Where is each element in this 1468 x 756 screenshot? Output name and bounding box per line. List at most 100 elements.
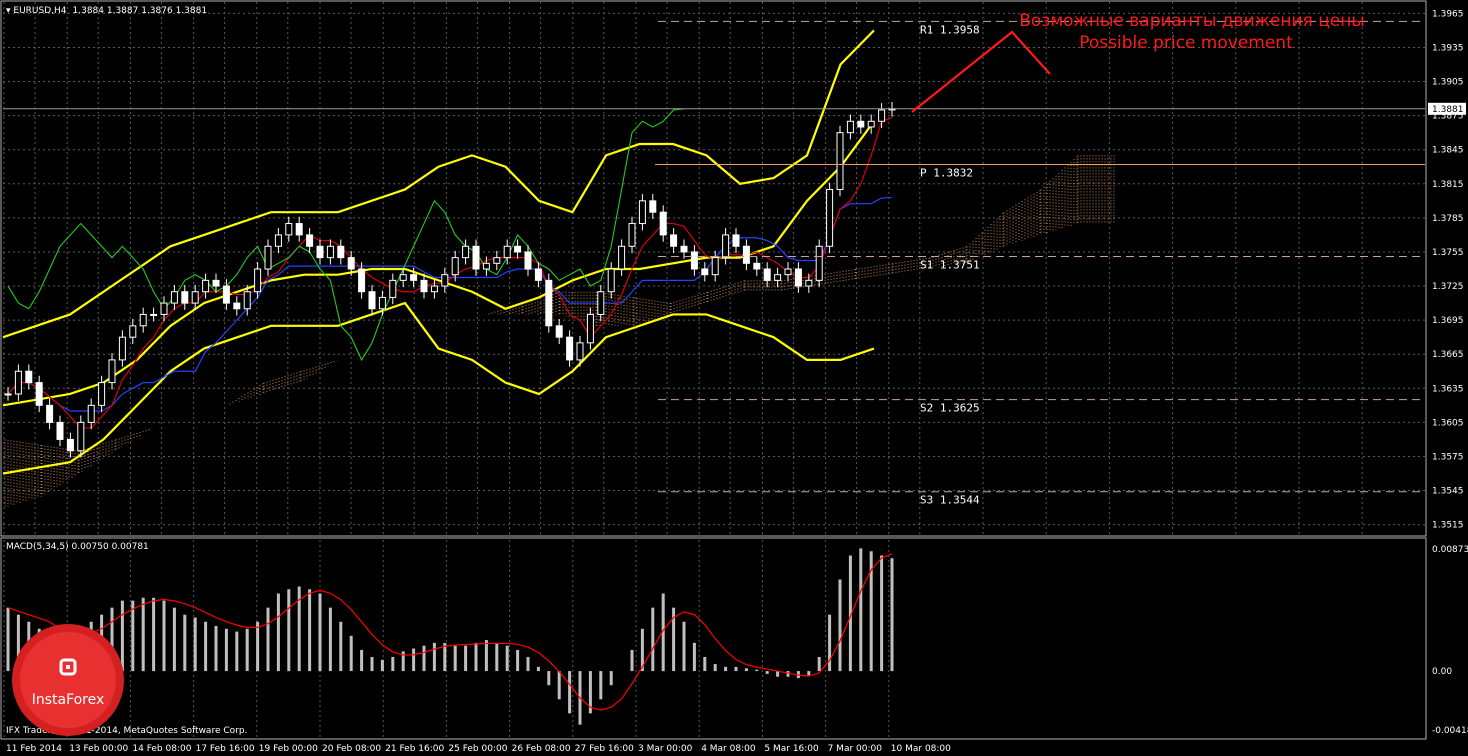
candle-body (160, 302, 168, 315)
price-tick-label: 1.3665 (1432, 350, 1464, 360)
ohlc-text: 1.3884 1.3887 1.3876 1.3881 (73, 6, 208, 16)
candle-body (368, 291, 376, 310)
logo-inner (20, 632, 116, 728)
candle-body (597, 291, 605, 315)
time-tick-label: 20 Feb 08:00 (322, 744, 381, 754)
macd-tick-label: -0.00418 (1432, 726, 1468, 736)
candle-body (191, 291, 199, 304)
candle-body (87, 404, 95, 423)
price-tick-label: 1.3845 (1432, 146, 1464, 156)
price-tick-label: 1.3725 (1432, 282, 1464, 292)
candle-body (4, 393, 12, 396)
candle-body (711, 257, 719, 276)
price-tick-label: 1.3935 (1432, 43, 1464, 53)
candle-body (118, 336, 126, 361)
time-tick-label: 11 Feb 2014 (6, 744, 62, 754)
price-tick-label: 1.3965 (1432, 9, 1464, 19)
time-tick-label: 19 Feb 00:00 (259, 744, 318, 754)
candle-body (607, 268, 615, 293)
candle-body (326, 245, 334, 259)
price-tick-label: 1.3635 (1432, 384, 1464, 394)
symbol-text: EURUSD,H4 (13, 6, 66, 16)
macd-tick-label: 0.00 (1432, 667, 1452, 677)
candle-body (316, 245, 324, 259)
time-tick-label: 17 Feb 16:00 (196, 744, 255, 754)
candle-body (701, 268, 709, 276)
macd-label: MACD(5,34,5) 0.00750 0.00781 (6, 542, 149, 552)
candle-body (430, 285, 438, 293)
price-tick-label: 1.3605 (1432, 418, 1464, 428)
time-tick-label: 14 Feb 08:00 (132, 744, 191, 754)
price-tick-label: 1.3545 (1432, 487, 1464, 497)
candle-body (805, 279, 813, 287)
candle-body (784, 268, 792, 276)
candle-body (628, 223, 636, 247)
candle-body (389, 279, 397, 298)
candle-body (243, 291, 251, 310)
candle-body (846, 120, 854, 134)
candle-body (347, 257, 355, 270)
candle-body (566, 336, 574, 361)
candle-body (358, 268, 366, 293)
time-tick-label: 7 Mar 00:00 (828, 744, 883, 754)
price-tick-label: 1.3695 (1432, 316, 1464, 326)
time-tick-label: 4 Mar 08:00 (701, 744, 756, 754)
price-tick-label: 1.3755 (1432, 248, 1464, 258)
candle-body (753, 262, 761, 270)
candle-body (66, 438, 74, 452)
candle-body (337, 245, 345, 259)
candle-body (295, 223, 303, 236)
trading-chart[interactable]: R1 1.3958 P 1.3832 S1 1.3751 S2 1.3625 S3 1.… (0, 0, 1468, 756)
candle-body (524, 251, 532, 270)
candle-body (618, 245, 626, 270)
candle-body (857, 120, 865, 128)
candle-body (254, 268, 262, 293)
macd-tick-label: 0.00873 (1432, 545, 1468, 555)
candle-body (410, 274, 418, 281)
candle-body (690, 251, 698, 270)
candle-body (378, 296, 386, 310)
candle-body (472, 245, 480, 270)
candle-body (170, 291, 178, 304)
candle-body (503, 245, 511, 259)
candle-body (35, 382, 43, 406)
level-label-s2: S2 1.3625 (920, 402, 980, 415)
candle-body (139, 313, 147, 327)
candle-body (493, 257, 501, 264)
level-label-s1: S1 1.3751 (920, 259, 980, 272)
logo-brand: InstaForex (32, 692, 105, 708)
candle-body (212, 279, 220, 287)
candle-body (222, 285, 230, 304)
price-tick-label: 1.3575 (1432, 452, 1464, 462)
time-tick-label: 5 Mar 16:00 (764, 744, 819, 754)
instaforex-logo: InstaForex (12, 624, 124, 736)
candle-body (638, 200, 646, 225)
price-tick-label: 1.3815 (1432, 180, 1464, 190)
candle-body (181, 291, 189, 304)
candle-body (815, 245, 823, 281)
candle-body (794, 268, 802, 287)
candle-body (462, 245, 470, 259)
candle-body (826, 188, 834, 247)
candle-body (399, 274, 407, 281)
candle-body (46, 404, 54, 423)
candle-body (202, 279, 210, 293)
candle-body (420, 279, 428, 293)
candle-body (233, 302, 241, 310)
annotation-en: Possible price movement (1079, 33, 1293, 53)
candle-body (441, 274, 449, 287)
level-label-s3: S3 1.3544 (920, 494, 980, 507)
price-tick-label: 1.3515 (1432, 521, 1464, 531)
chart-symbol: ▾ EURUSD,H4 1.3884 1.3887 1.3876 1.3881 (6, 6, 207, 16)
time-tick-label: 26 Feb 08:00 (512, 744, 571, 754)
time-tick-label: 21 Feb 16:00 (385, 744, 444, 754)
candle-body (129, 325, 137, 338)
time-tick-label: 3 Mar 00:00 (638, 744, 693, 754)
candle-body (576, 342, 584, 361)
candle-body (545, 279, 553, 327)
candle-body (25, 370, 33, 384)
candle-body (680, 245, 688, 253)
time-tick-label: 13 Feb 00:00 (69, 744, 128, 754)
level-label-p: P 1.3832 (920, 166, 973, 179)
candle-body (763, 268, 771, 281)
